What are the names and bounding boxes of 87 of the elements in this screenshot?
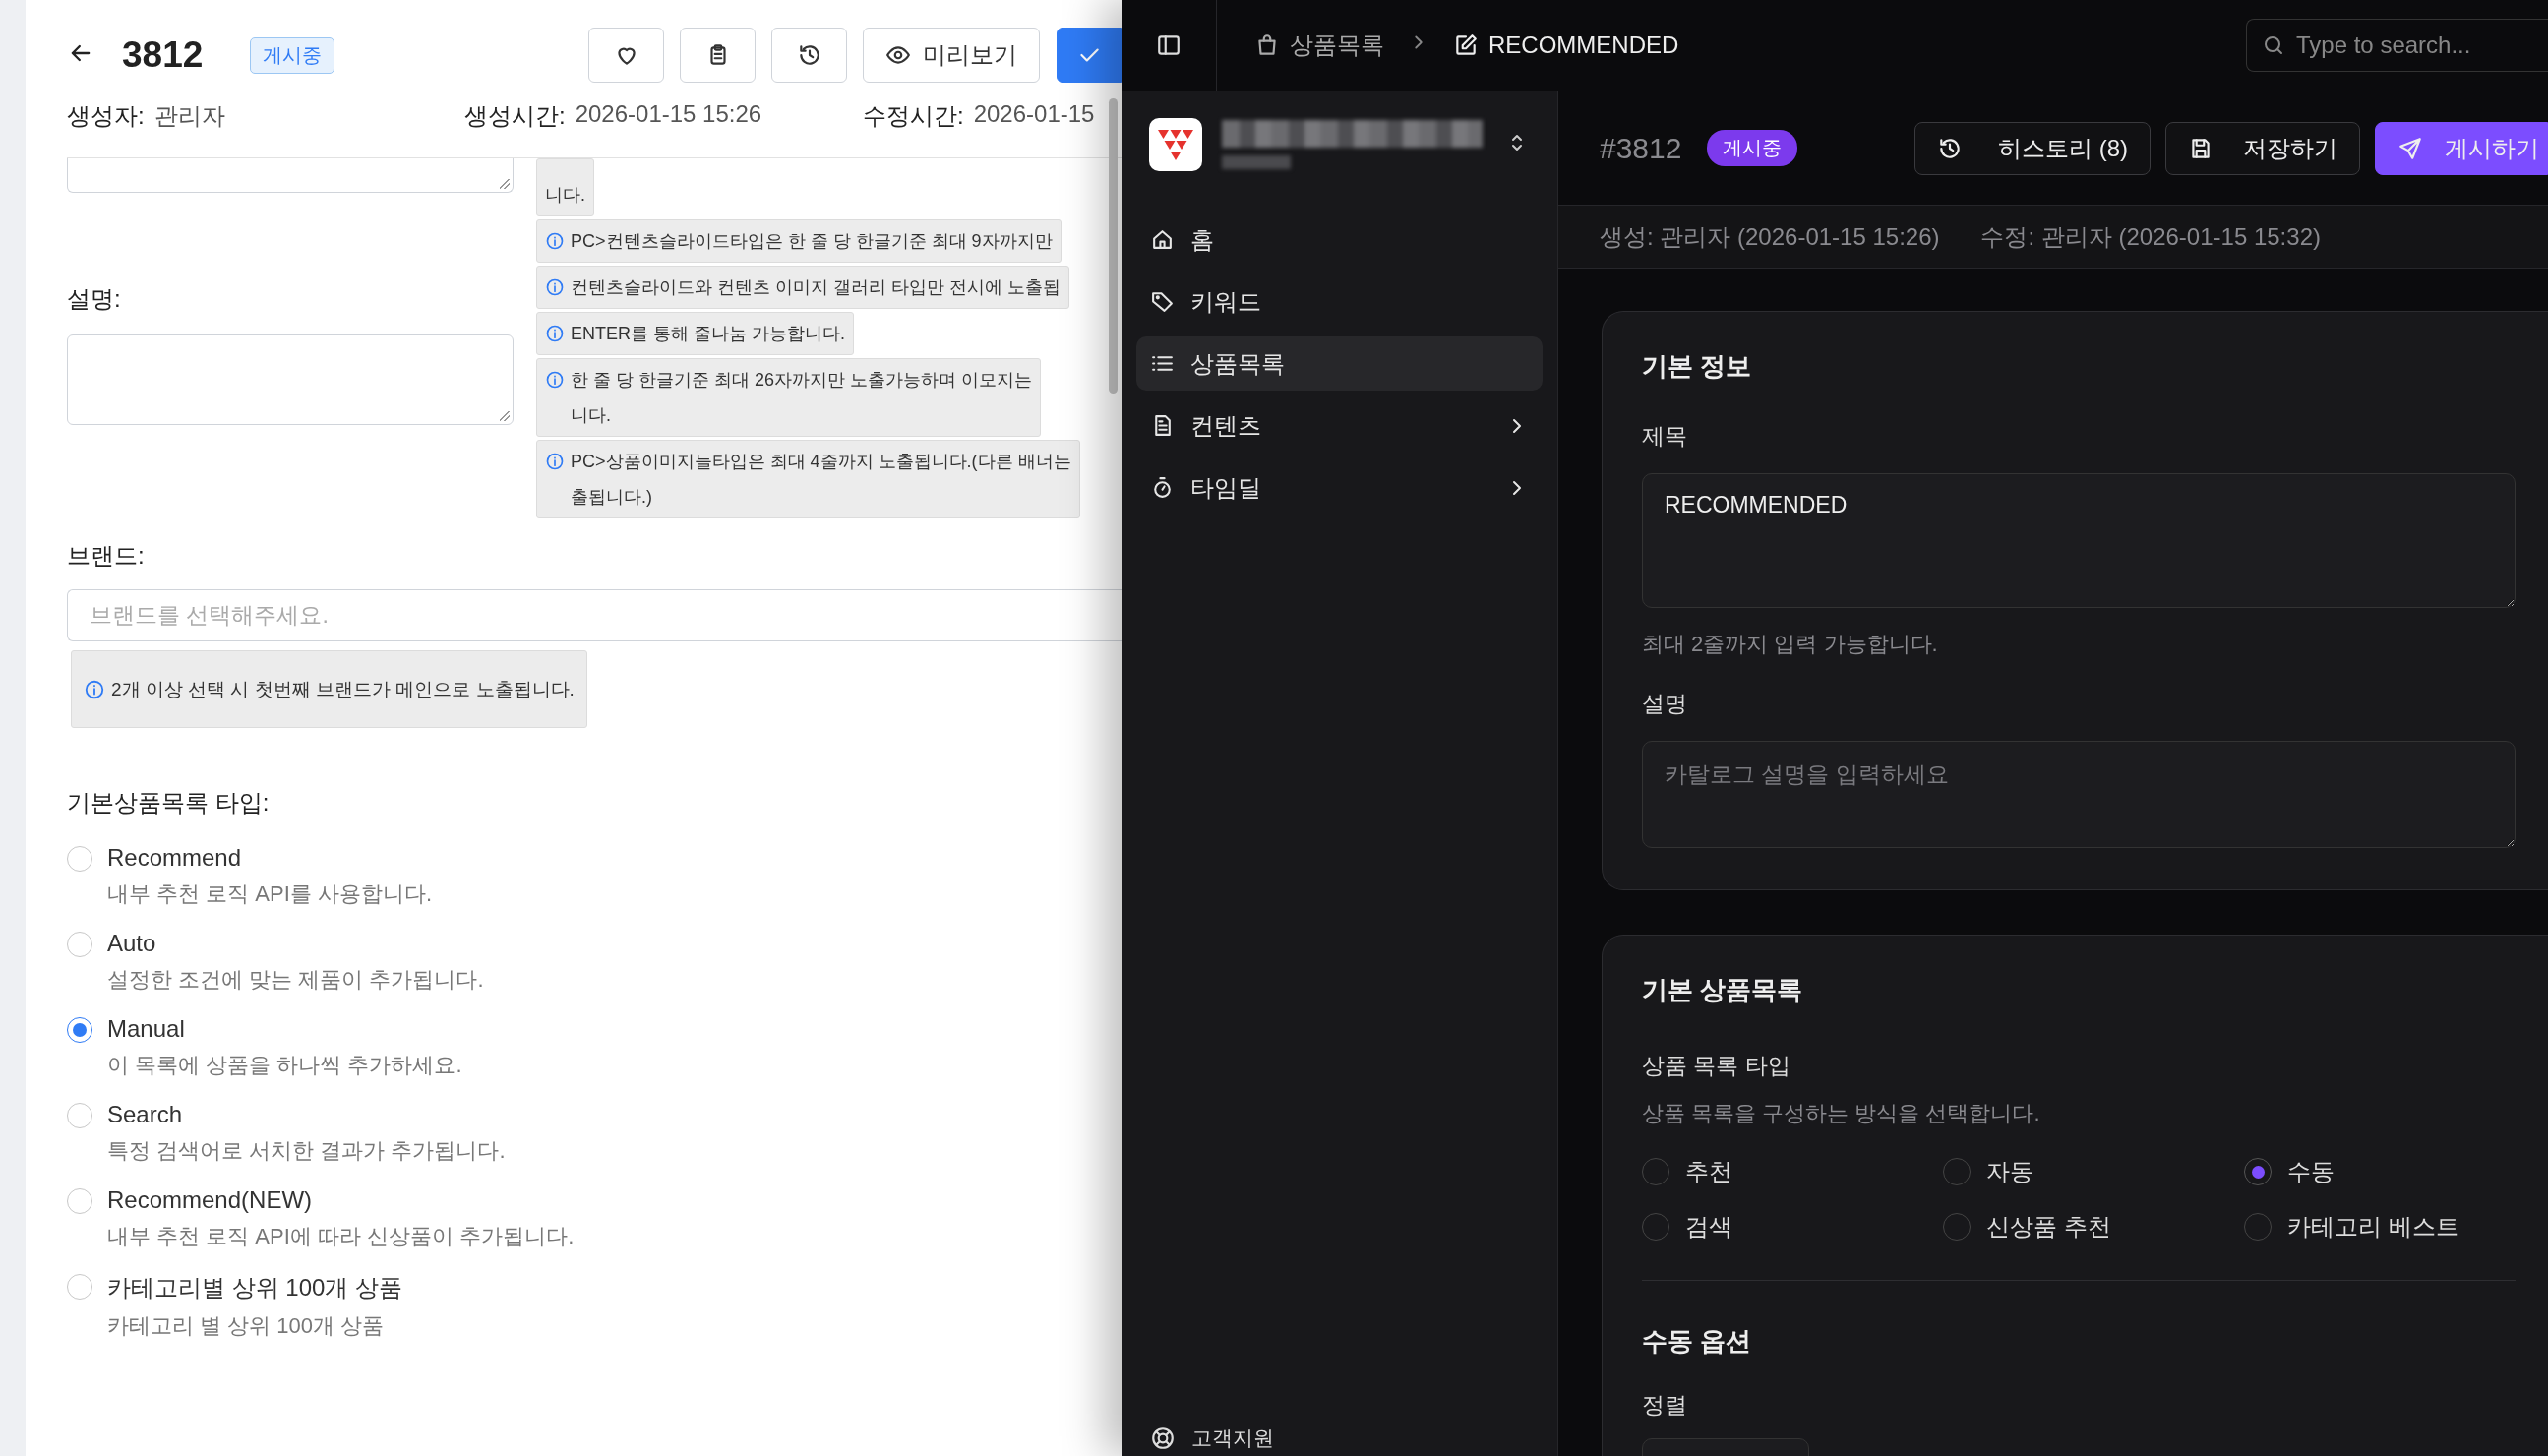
option-label: Search bbox=[107, 1101, 184, 1128]
sidebar-item[interactable]: 홈 bbox=[1136, 212, 1543, 267]
note-text: ENTER를 통해 줄나눔 가능합니다. bbox=[571, 323, 845, 345]
sidebar-item[interactable]: 상품목록 bbox=[1136, 336, 1543, 391]
option-label: Auto bbox=[107, 930, 157, 957]
field-label: 제목 bbox=[1642, 422, 1688, 451]
option-label: 자동 bbox=[1986, 1157, 2033, 1186]
sidebar-item[interactable]: 타임딜 bbox=[1136, 460, 1543, 515]
edit-icon bbox=[1453, 32, 1479, 58]
send-icon bbox=[2397, 135, 2423, 161]
note-text: 컨텐츠슬라이드와 컨텐츠 이미지 갤러리 타입만 전시에 노출됩 bbox=[571, 276, 1061, 299]
item-id: #3812 bbox=[1600, 131, 1682, 165]
home-icon bbox=[1150, 227, 1175, 252]
meta-label: 생성시간: bbox=[464, 101, 566, 131]
meta-text: 수정: 관리자 (2026-01-15 15:32) bbox=[1980, 221, 2321, 252]
title-textarea[interactable]: RECOMMENDED bbox=[1642, 473, 2516, 608]
card-title: 기본 정보 bbox=[1642, 350, 1753, 383]
option-label: 추천 bbox=[1685, 1157, 1732, 1186]
option-label: 수동 bbox=[2287, 1157, 2335, 1186]
breadcrumb-link[interactable]: RECOMMENDED bbox=[1488, 31, 1679, 59]
description-textarea[interactable]: 카탈로그 설명을 입력하세요 bbox=[1642, 741, 2516, 848]
title-textarea[interactable] bbox=[67, 158, 514, 193]
field-label: 설명 bbox=[1642, 690, 1688, 718]
option-label: 카테고리별 상위 100개 상품 bbox=[107, 1273, 403, 1303]
status-badge: 게시중 bbox=[250, 36, 335, 74]
option-label: 검색 bbox=[1685, 1212, 1732, 1242]
meta-text: 생성: 관리자 (2026-01-15 15:26) bbox=[1600, 221, 1940, 252]
save-button[interactable]: 저장하기 bbox=[2165, 121, 2360, 175]
history-button[interactable]: 히스토리 (8) bbox=[1914, 121, 2151, 175]
publish-button[interactable]: 게시하기 bbox=[2375, 121, 2548, 175]
history-button[interactable] bbox=[771, 28, 847, 83]
field-label: 정렬 bbox=[1642, 1391, 1688, 1420]
option-description: 내부 추천 로직 API를 사용합니다. bbox=[107, 880, 433, 908]
tag-icon bbox=[1150, 289, 1175, 314]
lifebuoy-icon bbox=[1150, 1426, 1176, 1451]
field-label: 기본상품목록 타입: bbox=[67, 789, 270, 816]
meta-value: 2026-01-15 bbox=[973, 100, 1095, 129]
sidebar-toggle-icon bbox=[1156, 32, 1182, 58]
logo-icon bbox=[1149, 118, 1202, 171]
note-text: 니다. bbox=[571, 404, 612, 427]
option-label: Recommend(NEW) bbox=[107, 1186, 314, 1214]
breadcrumb-link[interactable]: 상품목록 bbox=[1290, 30, 1384, 61]
field-label: 상품 목록 타입 bbox=[1642, 1052, 1791, 1080]
scrollbar[interactable] bbox=[1109, 98, 1118, 394]
field-label: 설명: bbox=[67, 284, 122, 314]
preview-button[interactable]: 미리보기 bbox=[863, 28, 1040, 83]
meta-label: 수정시간: bbox=[863, 101, 964, 131]
status-badge: 게시중 bbox=[1707, 130, 1798, 166]
sidebar-item[interactable]: 컨텐츠 bbox=[1136, 398, 1543, 453]
info-icon bbox=[84, 678, 105, 700]
option-description: 카테고리 별 상위 100개 상품 bbox=[107, 1312, 386, 1340]
card-title: 기본 상품목록 bbox=[1642, 974, 1804, 1006]
option-description: 특정 검색어로 서치한 결과가 추가됩니다. bbox=[107, 1137, 506, 1165]
info-icon bbox=[545, 452, 565, 471]
brand-select-field[interactable]: 브랜드를 선택해주세요. bbox=[67, 589, 1122, 641]
info-icon bbox=[545, 231, 565, 251]
hint-text: 최대 2줄까지 입력 가능합니다. bbox=[1642, 631, 1939, 658]
option-label: Recommend bbox=[107, 844, 243, 872]
option-description: 이 목록에 상품을 하나씩 추가하세요. bbox=[107, 1052, 462, 1079]
info-icon bbox=[545, 370, 565, 390]
option-label: Manual bbox=[107, 1015, 186, 1043]
option-description: 내부 추천 로직 API에 따라 신상품이 추가됩니다. bbox=[107, 1223, 575, 1250]
info-icon bbox=[545, 324, 565, 343]
meta-label: 생성자: bbox=[67, 101, 145, 131]
meta-value: 2026-01-15 15:26 bbox=[575, 100, 762, 129]
section-title: 수동 옵션 bbox=[1642, 1325, 1753, 1358]
note-text: 2개 이상 선택 시 첫번째 브랜드가 메인으로 노출됩니다. bbox=[111, 677, 575, 701]
option-description: 설정한 조건에 맞는 제품이 추가됩니다. bbox=[107, 966, 484, 994]
meta-value: 관리자 bbox=[153, 101, 225, 131]
note-text: 한 줄 당 한글기준 최대 26자까지만 노출가능하며 이모지는 bbox=[571, 369, 1033, 392]
field-label: 브랜드: bbox=[67, 541, 145, 571]
copy-button[interactable] bbox=[680, 28, 756, 83]
sidebar-item[interactable]: 키워드 bbox=[1136, 274, 1543, 329]
note-text: 니다. bbox=[545, 184, 585, 207]
note-text: 출됩니다.) bbox=[571, 486, 653, 509]
option-label: 카테고리 베스트 bbox=[2287, 1212, 2459, 1242]
option-label: 신상품 추천 bbox=[1986, 1212, 2111, 1242]
info-icon bbox=[545, 277, 565, 297]
item-id: 3812 bbox=[122, 34, 204, 76]
search-icon bbox=[2262, 33, 2285, 57]
support-link[interactable]: 고객지원 bbox=[1136, 1425, 1543, 1456]
favorite-button[interactable] bbox=[588, 28, 664, 83]
hint-text: 상품 목록을 구성하는 방식을 선택합니다. bbox=[1642, 1100, 2041, 1127]
confirm-button[interactable] bbox=[1057, 28, 1122, 83]
note-text: PC>컨텐츠슬라이드타입은 한 줄 당 한글기준 최대 9자까지만 bbox=[571, 230, 1053, 253]
note-text: PC>상품이미지들타입은 최대 4줄까지 노출됩니다.(다른 배너는 bbox=[571, 451, 1071, 473]
search-field[interactable]: Type to search... bbox=[2246, 19, 2548, 72]
